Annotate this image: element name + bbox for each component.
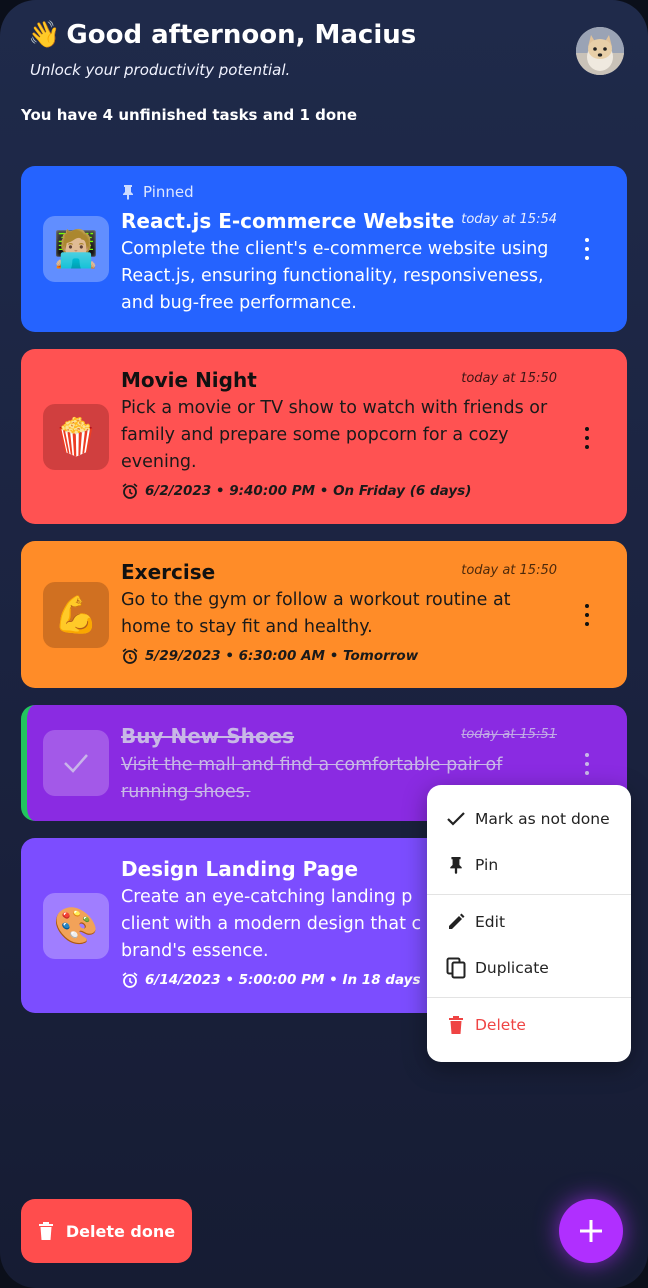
task-time: today at 15:50 — [461, 371, 557, 386]
palette-emoji-icon: 🎨 — [53, 906, 99, 947]
duplicate-icon — [445, 957, 467, 979]
pin-icon — [123, 185, 133, 200]
task-summary: You have 4 unfinished tasks and 1 done — [21, 106, 358, 124]
wave-emoji-icon: 👋 — [28, 20, 61, 50]
menu-item-label: Edit — [475, 913, 506, 931]
task-title: Movie Night — [121, 368, 257, 392]
task-due-date: 6/14/2023 • 5:00:00 PM • In 18 days — [121, 971, 420, 989]
task-due-date: 5/29/2023 • 6:30:00 AM • Tomorrow — [121, 647, 418, 665]
task-emoji-tile: 🍿 — [43, 404, 109, 470]
avatar[interactable] — [576, 27, 624, 75]
menu-item-label: Mark as not done — [475, 810, 610, 828]
menu-item-mark-not-done[interactable]: Mark as not done — [427, 799, 631, 839]
dog-avatar-icon — [576, 27, 624, 75]
task-emoji-tile: 🎨 — [43, 893, 109, 959]
delete-done-button[interactable]: Delete done — [21, 1199, 192, 1263]
task-due-text: 5/29/2023 • 6:30:00 AM • Tomorrow — [145, 648, 419, 664]
delete-done-label: Delete done — [65, 1221, 176, 1241]
task-description: Complete the client's e-commerce website… — [121, 239, 549, 313]
menu-item-duplicate[interactable]: Duplicate — [427, 948, 631, 988]
task-time: today at 15:54 — [461, 212, 557, 227]
task-time: today at 15:50 — [461, 563, 557, 578]
task-done-tile — [43, 730, 109, 796]
menu-item-label: Pin — [475, 856, 499, 874]
task-context-menu: Mark as not done Pin Edit Duplicate Dele… — [427, 785, 631, 1062]
task-due-date: 6/2/2023 • 9:40:00 PM • On Friday (6 day… — [121, 482, 471, 500]
menu-item-label: Duplicate — [475, 959, 549, 977]
task-emoji-tile: 💪 — [43, 582, 109, 648]
pinned-label: Pinned — [143, 183, 194, 201]
menu-item-delete[interactable]: Delete — [427, 1005, 631, 1045]
menu-item-edit[interactable]: Edit — [427, 902, 631, 942]
menu-item-label: Delete — [475, 1016, 526, 1034]
alarm-clock-icon — [122, 648, 138, 664]
pencil-icon — [445, 912, 467, 932]
task-card[interactable]: 💪 Exercise today at 15:50 Go to the gym … — [21, 541, 627, 688]
task-description: Pick a movie or TV show to watch with fr… — [121, 398, 548, 472]
popcorn-emoji-icon: 🍿 — [53, 417, 99, 458]
technologist-emoji-icon: 🧑🏼‍💻 — [53, 229, 99, 270]
task-title: Buy New Shoes — [121, 724, 295, 748]
check-icon — [64, 754, 88, 773]
menu-item-pin[interactable]: Pin — [427, 845, 631, 885]
task-time: today at 15:51 — [461, 727, 557, 742]
more-options-icon[interactable] — [581, 604, 593, 626]
check-icon — [445, 811, 467, 827]
trash-icon — [38, 1222, 53, 1240]
task-emoji-tile: 🧑🏼‍💻 — [43, 216, 109, 282]
greeting: 👋 Good afternoon, Macius — [28, 20, 416, 50]
menu-divider — [427, 894, 631, 895]
app-screen: 👋 Good afternoon, Macius Unlock your prod… — [0, 0, 648, 1288]
task-due-text: 6/2/2023 • 9:40:00 PM • On Friday (6 day… — [145, 483, 472, 499]
more-options-icon[interactable] — [581, 238, 593, 260]
pin-icon — [445, 855, 467, 875]
task-title: Design Landing Page — [121, 857, 359, 881]
pinned-indicator: Pinned — [121, 183, 194, 201]
more-options-icon[interactable] — [581, 753, 593, 775]
task-card[interactable]: 🍿 Movie Night today at 15:50 Pick a movi… — [21, 349, 627, 524]
alarm-clock-icon — [122, 972, 138, 988]
subtitle: Unlock your productivity potential. — [30, 61, 291, 79]
task-description: Go to the gym or follow a workout routin… — [121, 590, 511, 637]
trash-icon — [445, 1015, 467, 1035]
task-title: React.js E-commerce Website — [121, 209, 455, 233]
greeting-text: Good afternoon, Macius — [66, 20, 417, 50]
task-card[interactable]: Pinned 🧑🏼‍💻 React.js E-commerce Website … — [21, 166, 627, 332]
alarm-clock-icon — [122, 483, 138, 499]
task-title: Exercise — [121, 560, 216, 584]
more-options-icon[interactable] — [581, 427, 593, 449]
flexed-biceps-emoji-icon: 💪 — [53, 595, 99, 636]
add-task-button[interactable] — [559, 1199, 623, 1263]
menu-divider — [427, 997, 631, 998]
task-due-text: 6/14/2023 • 5:00:00 PM • In 18 days — [145, 972, 421, 988]
plus-icon — [580, 1220, 602, 1242]
